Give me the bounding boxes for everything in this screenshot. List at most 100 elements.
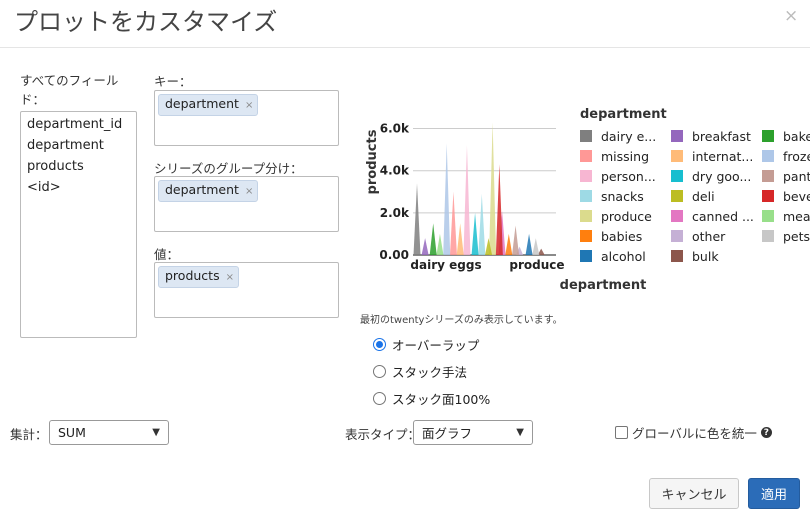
key-tag: department × [158,94,259,116]
legend-swatch [671,170,683,182]
key-label: キー： [154,74,192,89]
chevron-down-icon: ▼ [152,427,160,438]
area-series [478,193,486,255]
legend-swatch [762,130,774,142]
global-color-option[interactable]: グローバルに色を統一 ? [615,423,772,442]
legend-label: internat... [692,149,753,164]
legend-label: froze... [783,149,810,164]
value-dropzone[interactable]: products × [154,262,339,318]
y-tick-label: 4.0k [380,164,410,178]
help-icon[interactable]: ? [760,427,772,438]
y-axis-label: products [365,129,380,194]
area-series [443,143,451,255]
area-series [421,238,429,255]
aggregate-select[interactable]: SUM ▼ [49,420,169,445]
field-item[interactable]: department [27,135,136,156]
chevron-down-icon: ▼ [516,427,524,438]
y-tick-label: 0.00 [379,248,409,262]
legend-swatch [671,210,683,222]
value-tag: products × [158,266,239,288]
legend-label: snacks [601,189,644,204]
fields-list[interactable]: department_id department products <id> [20,111,137,338]
area-series [505,233,513,255]
area-series [413,183,421,255]
cancel-button[interactable]: キャンセル [649,478,739,509]
area-series [463,145,471,255]
legend-swatch [580,130,592,142]
legend-label: beve... [783,189,810,204]
radio-button[interactable] [373,338,386,351]
value-label: 値： [154,247,180,262]
field-item[interactable]: products [27,156,136,177]
area-chart: products 0.00 2.0k 4.0k 6.0k dairy eggs prod… [365,107,810,293]
series-group-label: シリーズのグループ分け： [154,161,303,176]
legend-label: alcohol [601,249,646,264]
header-divider [0,47,810,48]
display-type-label: 表示タイプ： [345,427,421,442]
aggregate-label: 集計： [10,427,48,442]
series-group-dropzone[interactable]: department × [154,176,339,232]
value-tag-label: products [165,268,220,283]
radio-label: スタック手法 [392,365,468,380]
y-tick-label: 2.0k [380,206,410,220]
legend-label: produce [601,209,652,224]
legend-label: deli [692,189,715,204]
radio-overlap[interactable]: オーバーラップ [373,335,479,354]
area-series [495,164,503,255]
key-dropzone[interactable]: department × [154,90,339,146]
remove-tag-icon[interactable]: × [245,186,253,197]
legend-label: canned ... [692,209,754,224]
area-series [429,223,437,255]
series-limit-note: 最初のtwentyシリーズのみ表示しています。 [360,315,563,326]
apply-button[interactable]: 適用 [748,478,800,509]
close-icon[interactable]: × [784,6,798,26]
legend-swatch [671,250,683,262]
legend-swatch [762,150,774,162]
legend-swatch [762,210,774,222]
y-ticks: 0.00 2.0k 4.0k 6.0k [379,122,410,262]
radio-stack-100[interactable]: スタック面100% [373,389,490,408]
radio-label: スタック面100% [392,392,491,407]
legend-swatch [671,130,683,142]
chart-areas [413,122,545,255]
legend-swatch [580,170,592,182]
global-color-checkbox[interactable] [615,426,628,439]
legend-label: meat... [783,209,810,224]
dialog-title: プロットをカスタマイズ [14,8,278,36]
legend-swatch [580,230,592,242]
area-series [532,238,540,255]
legend-label: dry goo... [692,169,751,184]
legend-label: dairy e... [601,129,656,144]
radio-label: オーバーラップ [392,338,480,353]
legend-label: pets [783,229,810,244]
x-tick-label: produce [509,258,564,272]
area-series [436,233,444,255]
field-item[interactable]: <id> [27,177,136,198]
field-item[interactable]: department_id [27,114,136,135]
legend-swatch [762,170,774,182]
legend-swatch [580,190,592,202]
legend-label: bulk [692,249,719,264]
remove-tag-icon[interactable]: × [226,272,234,283]
legend-label: breakfast [692,129,751,144]
y-tick-label: 6.0k [380,122,410,136]
remove-tag-icon[interactable]: × [245,100,253,111]
x-axis-label: department [560,278,647,293]
radio-stack[interactable]: スタック手法 [373,362,467,381]
area-series [489,122,497,255]
series-group-tag-label: department [165,182,239,197]
fields-label: すべてのフィール ド： [20,73,119,107]
area-series [456,223,464,255]
legend-swatch [671,150,683,162]
legend-swatch [580,210,592,222]
radio-button[interactable] [373,365,386,378]
global-color-label: グローバルに色を統一 [632,426,757,441]
area-series [512,225,520,255]
chart-legend: dairy e... missing person... snacks produce b… [580,129,810,264]
radio-button[interactable] [373,392,386,405]
area-series [525,233,533,255]
area-series [449,191,457,255]
legend-label: person... [601,169,656,184]
legend-swatch [671,230,683,242]
display-type-select[interactable]: 面グラフ ▼ [413,420,533,445]
